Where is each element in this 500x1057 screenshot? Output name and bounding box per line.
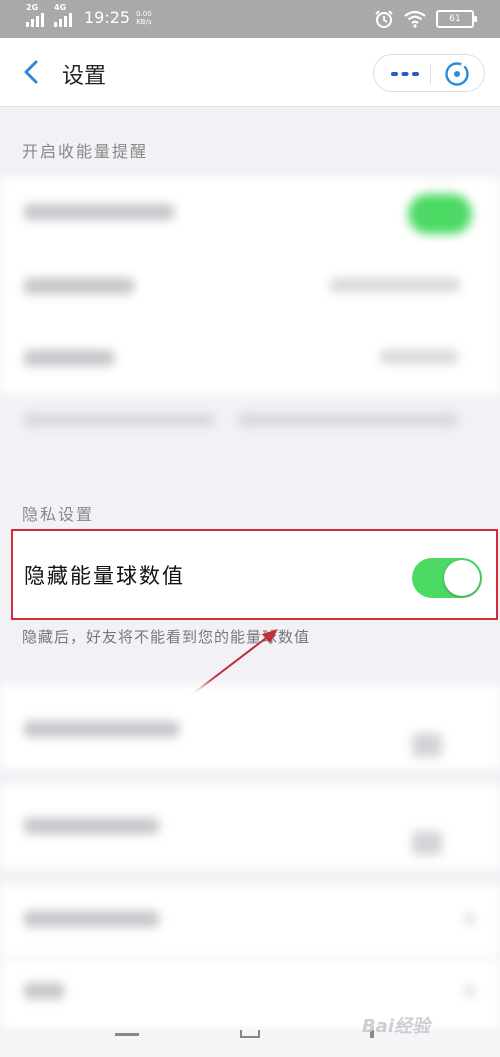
watermark: Bai经验 (362, 1016, 431, 1037)
blurred-settings-group-2 (0, 685, 500, 1030)
menu-key-icon[interactable] (115, 1033, 139, 1036)
home-key-icon[interactable] (240, 1030, 260, 1038)
